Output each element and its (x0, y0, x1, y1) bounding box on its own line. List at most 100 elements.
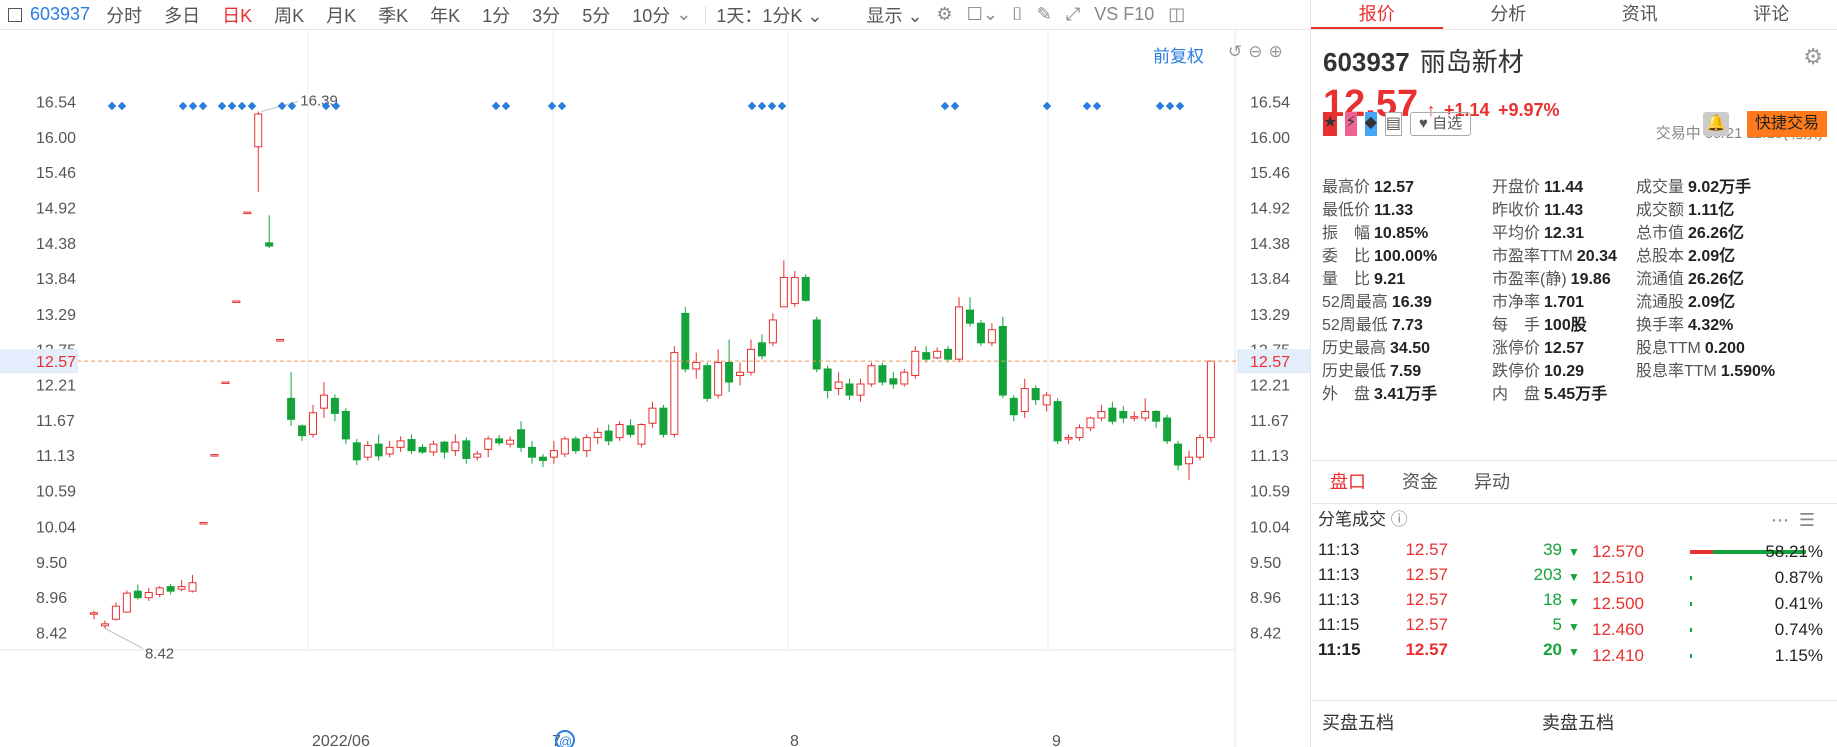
add-favorite-button[interactable]: ♥ 自选 (1410, 112, 1472, 136)
tab-monthly-k[interactable]: 月K (326, 2, 356, 28)
level-bar (1690, 628, 1692, 632)
chevron-down-icon[interactable]: ⌄ (676, 4, 691, 25)
candle-body (309, 412, 317, 435)
tab-weekly-k[interactable]: 周K (274, 2, 304, 28)
stat-value: 16.39 (1391, 294, 1432, 311)
x-tick-label: 9 (1052, 733, 1061, 747)
level-price: 12.510 (1592, 568, 1644, 587)
bell-icon[interactable]: 🔔 (1703, 112, 1729, 136)
period-select[interactable]: 1天：1分K ⌄ (716, 2, 822, 28)
tab-analysis[interactable]: 分析 (1443, 0, 1575, 29)
subtab-alerts[interactable]: 异动 (1474, 461, 1510, 503)
x-tick-label: 8 (790, 733, 799, 747)
stat-value: 12.57 (1544, 340, 1585, 357)
trade-price: 12.57 (1405, 565, 1448, 584)
compare-f10-button[interactable]: VS F10 (1094, 4, 1154, 25)
pencil-icon[interactable]: ✎ (1037, 4, 1052, 25)
panel-toggle-icon[interactable]: ◫ (1168, 4, 1185, 25)
candle-body (1064, 437, 1073, 440)
level-pct: 0.87% (1774, 568, 1823, 587)
candle-body (484, 438, 493, 450)
stat-cell: 52周最高 16.39 (1322, 291, 1492, 314)
stat-value: 1.11亿 (1688, 202, 1735, 219)
adjust-mode-button[interactable]: 前复权 (1153, 42, 1204, 67)
quick-trade-button[interactable]: 快捷交易 (1746, 111, 1827, 137)
price-level-row: 12.500 0.41% (1572, 594, 1837, 619)
lightning-icon[interactable]: ⚡ (1345, 112, 1357, 136)
tab-news[interactable]: 资讯 (1574, 0, 1706, 29)
tab-10min[interactable]: 10分 (632, 2, 670, 28)
y-tick-label: 10.59 (1250, 484, 1290, 501)
stat-value: 20.34 (1576, 248, 1617, 265)
depth-header: 买盘五档 卖盘五档 (1310, 700, 1837, 747)
camera-icon[interactable]: ⌷ (1012, 4, 1023, 25)
candle-body (549, 450, 558, 458)
current-price-label-right: 12.57 (1250, 354, 1290, 371)
trade-row: 11:13 12.57 203 ▼ (1310, 565, 1580, 590)
event-diamond-icon (1042, 101, 1052, 111)
candle-body (867, 365, 876, 385)
candle-body (122, 592, 131, 613)
candle-body (1020, 388, 1029, 412)
tab-daily-k[interactable]: 日K (222, 2, 252, 28)
display-select-label: 显示 (866, 5, 903, 26)
stats-row: 外 盘 3.41万手内 盘 5.45万手 (1322, 383, 1832, 406)
candle-body (1195, 437, 1204, 458)
tick-trades-title: 分笔成交 (1318, 510, 1386, 529)
tab-1min[interactable]: 1分 (482, 2, 510, 28)
stats-row: 历史最低 7.59 跌停价 10.29 股息率TTM 1.590% (1322, 360, 1832, 383)
tag-icon[interactable]: ◆ (1364, 112, 1377, 136)
candle-body (100, 623, 109, 627)
stat-value: 7.59 (1390, 363, 1422, 380)
draw-box-icon[interactable]: ☐⌄ (967, 4, 998, 25)
low-marker: 8.42 (145, 645, 174, 662)
tab-comments[interactable]: 评论 (1706, 0, 1837, 29)
event-diamond-icon (757, 101, 767, 111)
china-flag-icon[interactable]: ★ (1323, 112, 1338, 136)
tab-5min[interactable]: 5分 (582, 2, 610, 28)
stat-cell: 股息TTM 0.200 (1636, 337, 1806, 360)
stat-cell: 跌停价 10.29 (1492, 360, 1636, 383)
subtab-capital[interactable]: 资金 (1402, 461, 1438, 503)
sidebar-toggle-icon[interactable] (8, 7, 22, 22)
tab-intraday[interactable]: 分时 (106, 2, 142, 28)
stat-label: 开盘价 (1492, 179, 1541, 196)
candle-body (1163, 417, 1172, 442)
tab-multiday[interactable]: 多日 (164, 2, 200, 28)
stat-value: 0.200 (1704, 340, 1745, 357)
trade-volume: 39 (1543, 540, 1562, 559)
subtab-orderbook[interactable]: 盘口 (1330, 461, 1366, 503)
candle-body (582, 437, 591, 452)
settings-icon[interactable]: ⚙ (937, 4, 953, 25)
event-diamond-icon (237, 101, 247, 111)
info-icon[interactable]: ⓘ (1391, 510, 1408, 529)
bookmark-icon[interactable]: ▤ (1384, 112, 1403, 136)
display-select[interactable]: 显示 ⌄ (866, 2, 922, 28)
stats-row: 历史最高 34.50 涨停价 12.57 股息TTM 0.200 (1322, 337, 1832, 360)
candle-body (111, 605, 120, 620)
candle-body (670, 352, 679, 435)
stat-label: 总市值 (1636, 225, 1685, 242)
candle-body (1042, 394, 1051, 406)
candle-body (133, 590, 142, 599)
stat-label: 成交量 (1636, 179, 1685, 196)
stat-value: 11.44 (1544, 179, 1584, 196)
tab-3min[interactable]: 3分 (532, 2, 560, 28)
kline-chart[interactable]: 16.54 16.54 16.00 16.00 15.46 15.46 14.92 14.92… (0, 30, 1310, 747)
candle-body (1141, 410, 1150, 419)
trade-time: 11:13 (1318, 565, 1360, 584)
gear-icon[interactable]: ⚙ (1803, 44, 1823, 70)
tab-quarterly-k[interactable]: 季K (378, 2, 408, 28)
tab-quote[interactable]: 报价 (1311, 0, 1443, 29)
zoom-controls[interactable]: ↺⊖⊕ (1228, 42, 1289, 62)
more-icon[interactable]: ⋯☰ (1771, 510, 1825, 531)
stat-cell: 历史最低 7.59 (1322, 360, 1492, 383)
panel-stock-code: 603937 (1323, 47, 1410, 77)
fullscreen-icon[interactable]: ⤢ (1066, 4, 1080, 25)
stats-row: 委 比 100.00% 市盈率TTM 20.34 总股本 2.09亿 (1322, 245, 1832, 268)
event-diamond-icon (247, 101, 257, 111)
stat-label: 最高价 (1322, 179, 1371, 196)
tab-yearly-k[interactable]: 年K (430, 2, 460, 28)
stat-value: 19.86 (1570, 271, 1611, 288)
stat-label: 52周最低 (1322, 317, 1388, 334)
